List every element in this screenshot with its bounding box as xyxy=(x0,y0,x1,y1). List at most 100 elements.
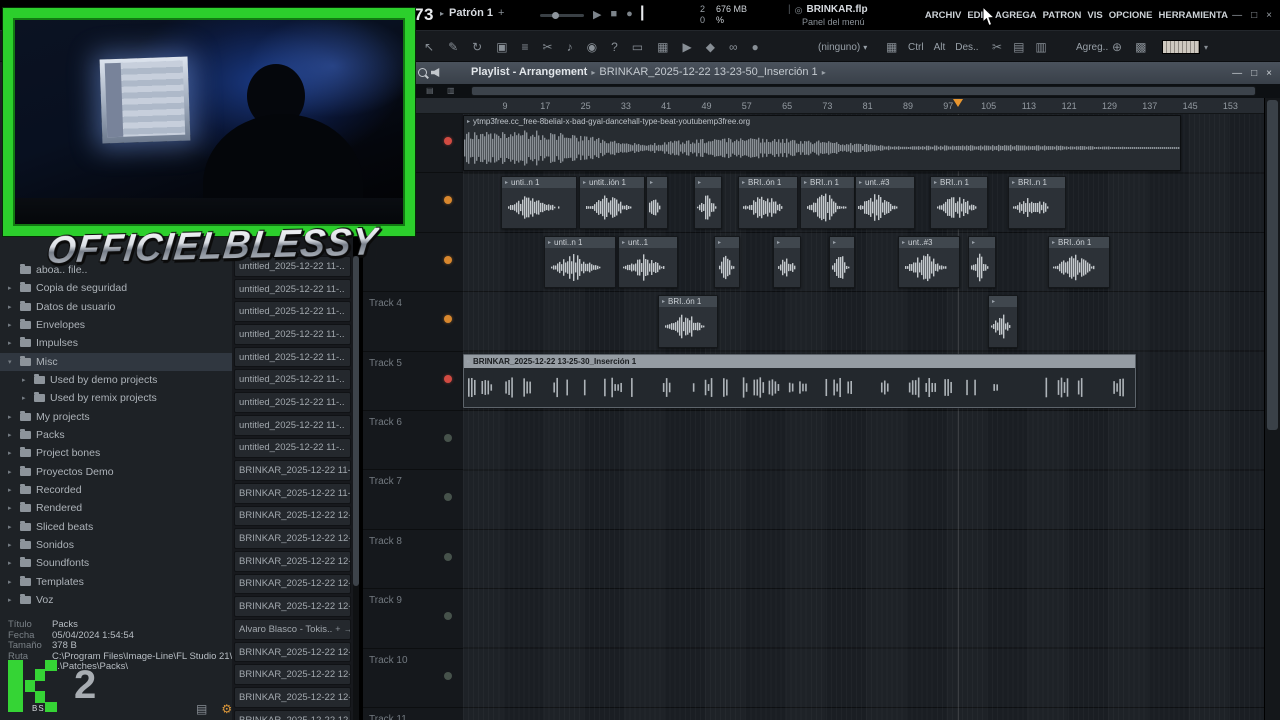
slice-tool-icon[interactable]: ✂ xyxy=(543,40,553,54)
master-slider[interactable] xyxy=(540,12,584,19)
close-button[interactable]: × xyxy=(1266,68,1272,79)
playlist-clip[interactable]: ▸ BRI..ón 1 xyxy=(738,176,798,229)
undo-icon[interactable]: ↻ xyxy=(472,40,482,54)
menu-agrega[interactable]: AGREGA xyxy=(995,10,1037,21)
typing-keyboard-target[interactable]: (ninguno) ▾ xyxy=(818,31,867,63)
expand-arrow-icon[interactable]: ▸ xyxy=(8,303,15,311)
stop-button[interactable]: ■ xyxy=(610,8,617,21)
file-list-item[interactable]: BRINKAR_2025-12-22 12-.. xyxy=(234,687,351,708)
file-list-item[interactable]: untitled_2025-12-22 11-.. xyxy=(234,278,351,300)
playlist-clip[interactable]: ▸ xyxy=(988,295,1018,348)
key-alt[interactable]: Alt xyxy=(934,42,946,53)
playlist-clip[interactable]: ▸ xyxy=(714,235,740,289)
browser-item[interactable]: ▸ Impulses xyxy=(0,334,232,352)
playlist-clip[interactable]: ▸ BRI..ón 1 xyxy=(1048,235,1110,289)
expand-arrow-icon[interactable]: ▸ xyxy=(8,523,15,531)
scrollbar-thumb[interactable] xyxy=(1267,100,1278,430)
pattern-preview[interactable]: ▾ xyxy=(1162,31,1208,63)
file-list-item[interactable]: untitled_2025-12-22 11-.. xyxy=(234,369,351,391)
file-list-item[interactable]: untitled_2025-12-22 11-.. xyxy=(234,324,351,345)
pattern-name[interactable]: Patrón 1 xyxy=(449,7,493,19)
browser-item[interactable]: ▸ Copia de seguridad xyxy=(0,279,232,297)
browser-item[interactable]: ▸ Datos de usuario xyxy=(0,298,232,316)
key-ctrl[interactable]: Ctrl xyxy=(908,42,924,53)
clips-area[interactable]: ▸ ytmp3free.cc_free-8belial-x-bad-gyal-da… xyxy=(463,114,1264,720)
expand-arrow-icon[interactable]: ▸ xyxy=(8,541,15,549)
link-icon[interactable]: ∞ xyxy=(729,40,738,54)
file-list-item[interactable]: BRINKAR_2025-12-22 12-.. xyxy=(234,596,351,617)
file-list-item[interactable]: untitled_2025-12-22 11-.. xyxy=(234,437,351,459)
playlist-h-scrollbar[interactable]: ▤ ▥ xyxy=(363,84,1280,98)
draw-tool-icon[interactable]: ✎ xyxy=(448,40,458,54)
minimize-button[interactable]: — xyxy=(1232,68,1242,79)
expand-arrow-icon[interactable]: ▸ xyxy=(22,376,29,384)
file-list-item[interactable]: Alvaro Blasco - Tokis..+→ xyxy=(234,619,351,640)
expand-arrow-icon[interactable]: ▸ xyxy=(8,596,15,604)
save-icon[interactable]: ▣ xyxy=(496,40,507,54)
expand-arrow-icon[interactable]: ▸ xyxy=(8,486,15,494)
knob-icon[interactable]: ◆ xyxy=(706,40,715,54)
expand-arrow-icon[interactable]: ▸ xyxy=(8,339,15,347)
grid-icon[interactable]: ▦ xyxy=(657,40,668,54)
file-list-item[interactable]: untitled_2025-12-22 11-.. xyxy=(234,346,351,368)
expand-arrow-icon[interactable]: ▸ xyxy=(8,284,15,292)
record-arm-button[interactable] xyxy=(444,374,452,383)
menu-archiv[interactable]: ARCHIV xyxy=(925,10,961,21)
file-list-item[interactable]: BRINKAR_2025-12-22 12-.. xyxy=(234,641,351,663)
pattern-add-button[interactable]: + xyxy=(498,7,504,19)
file-list-item[interactable]: BRINKAR_2025-12-22 12-.. xyxy=(234,709,351,720)
video-icon[interactable]: ▭ xyxy=(632,40,643,54)
file-list-item[interactable]: untitled_2025-12-22 11-.. xyxy=(234,301,351,323)
file-list-scrollbar[interactable] xyxy=(353,256,359,720)
browser-item[interactable]: ▸ Sonidos xyxy=(0,536,232,554)
browser-item[interactable]: ▸ Proyectos Demo xyxy=(0,463,232,481)
record-icon[interactable]: ● xyxy=(752,40,759,54)
gear-icon[interactable]: ⚙ xyxy=(221,702,232,716)
playlist-clip[interactable]: ▸ unt..#3 xyxy=(898,235,960,289)
grid-toggle-icon[interactable]: ▥ xyxy=(447,86,455,95)
playlist-v-scrollbar[interactable] xyxy=(1264,98,1280,720)
playlist-clip[interactable]: ▸ xyxy=(968,235,996,289)
playlist-clip[interactable]: ▸ xyxy=(646,176,668,229)
add-button[interactable]: Agreg.. xyxy=(1076,31,1108,63)
playlist-clip[interactable]: ▸ xyxy=(694,176,722,229)
menu-patron[interactable]: PATRON xyxy=(1043,10,1082,21)
playlist-clip[interactable]: ▸ BRI..n 1 xyxy=(1008,176,1066,229)
playlist-clip[interactable]: ▸ ytmp3free.cc_free-8belial-x-bad-gyal-da… xyxy=(463,115,1181,172)
speaker-icon[interactable] xyxy=(431,68,440,77)
file-list-item[interactable]: BRINKAR_2025-12-22 12-.. xyxy=(234,664,351,686)
file-list-item[interactable]: BRINKAR_2025-12-22 12-.. xyxy=(234,550,351,572)
record-arm-button[interactable] xyxy=(444,255,452,264)
browser-item[interactable]: ▸ Envelopes xyxy=(0,316,232,334)
browser-item[interactable]: ▸ Rendered xyxy=(0,499,232,517)
browser-item[interactable]: ▸ Recorded xyxy=(0,481,232,499)
pattern-selector[interactable]: ▸ Patrón 1 + xyxy=(440,7,504,19)
scrollbar-thumb[interactable] xyxy=(471,86,1256,96)
browser-item[interactable]: ▸ Sliced beats xyxy=(0,518,232,536)
browser-item[interactable]: ▸ Project bones xyxy=(0,444,232,462)
browser-item[interactable]: ▸ Soundfonts xyxy=(0,554,232,572)
help-icon[interactable]: ? xyxy=(611,40,618,54)
playlist-clip[interactable]: ▸ BRINKAR_2025-12-22 13-25-30_Inserción 1 xyxy=(463,353,1136,408)
expand-arrow-icon[interactable]: ▸ xyxy=(8,504,15,512)
expand-arrow-icon[interactable]: ▸ xyxy=(8,431,15,439)
playlist-clip[interactable]: ▸ BRI..n 1 xyxy=(800,176,855,229)
expand-arrow-icon[interactable]: ▸ xyxy=(8,321,15,329)
file-list-item[interactable]: BRINKAR_2025-12-22 12-.. xyxy=(234,573,351,595)
playlist-clip[interactable]: ▸ unt..1 xyxy=(618,235,678,289)
mixer-icon[interactable]: ▩ xyxy=(1135,40,1146,54)
pattern-strip-icon[interactable] xyxy=(1162,40,1200,54)
menu-vis[interactable]: VIS xyxy=(1087,10,1102,21)
browser-item[interactable]: ▸ Used by remix projects xyxy=(0,389,232,407)
arrow-right-icon[interactable]: → xyxy=(341,624,350,634)
expand-arrow-icon[interactable]: ▸ xyxy=(8,578,15,586)
expand-arrow-icon[interactable]: ▾ xyxy=(8,358,15,366)
pattern-arrow-icon[interactable]: ▸ xyxy=(440,9,444,18)
playlist-clip[interactable]: ▸ xyxy=(829,235,855,289)
maximize-button[interactable]: □ xyxy=(1251,10,1257,21)
slider-knob[interactable] xyxy=(552,12,559,19)
picker-toggle-icon[interactable]: ▤ xyxy=(426,86,434,95)
file-list-item[interactable]: untitled_2025-12-22 11-.. xyxy=(234,392,351,413)
step-advance-icon[interactable]: ▶ xyxy=(682,40,691,54)
playlist-clip[interactable]: ▸ xyxy=(773,235,801,289)
